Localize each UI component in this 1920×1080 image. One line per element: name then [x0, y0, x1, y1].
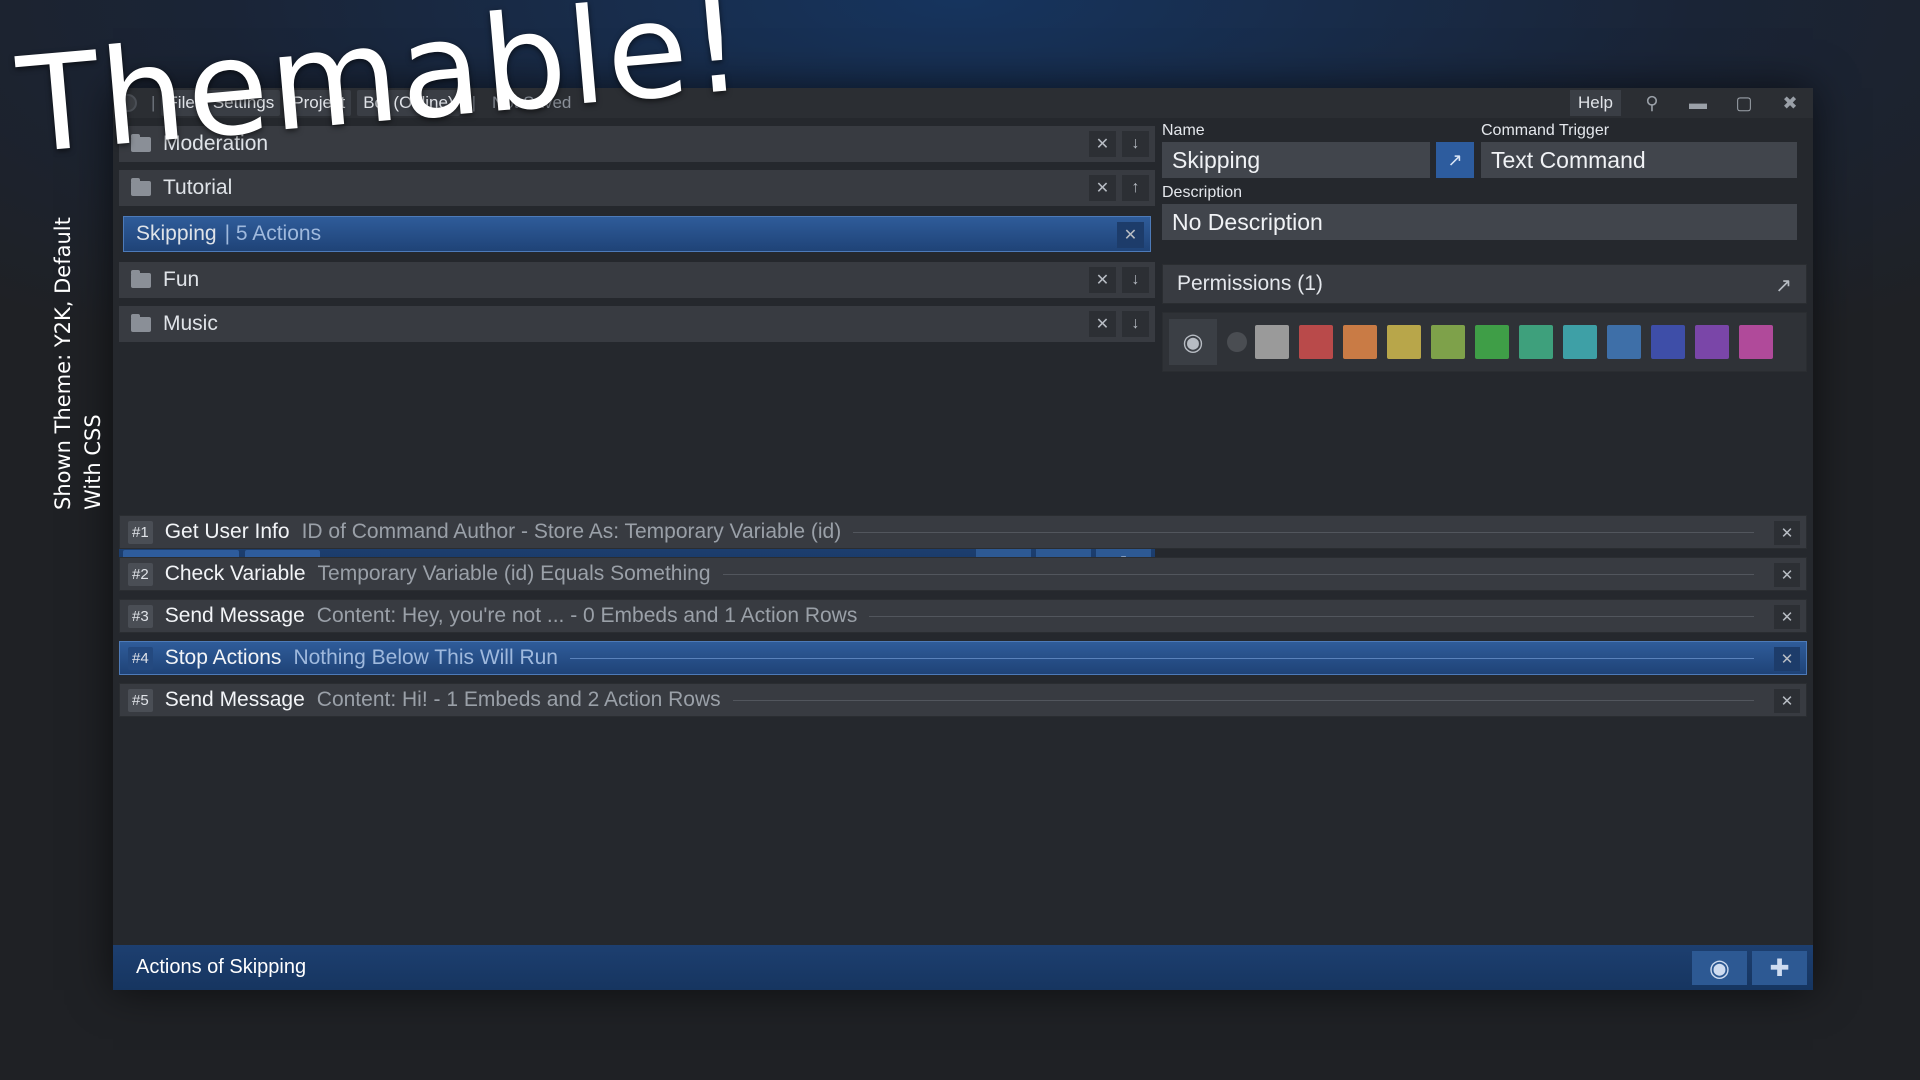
delete-icon[interactable]: ✕ [1089, 131, 1116, 157]
folder-icon [131, 313, 151, 332]
arrow-down-icon[interactable]: ↓ [1122, 311, 1149, 337]
delete-icon[interactable]: ✕ [1089, 175, 1116, 201]
list-item-folder[interactable]: Tutorial ✕ ↑ [119, 170, 1155, 206]
name-field[interactable]: Skipping [1162, 142, 1430, 178]
action-row[interactable]: #5 Send Message Content: Hi! - 1 Embeds … [119, 683, 1807, 717]
folder-icon [131, 177, 151, 196]
folder-icon [131, 269, 151, 288]
actions-footer: Actions of Skipping ◉ ✚ [113, 945, 1813, 990]
list-item-folder[interactable]: Fun ✕ ↓ [119, 262, 1155, 298]
action-description: ID of Command Author - Store As: Tempora… [301, 520, 842, 543]
eye-icon[interactable]: ◉ [1169, 319, 1217, 365]
command-details: Name Skipping ↗ Command Trigger Text Com… [1162, 122, 1807, 442]
swatch-group [1255, 325, 1783, 359]
action-description: Temporary Variable (id) Equals Something [317, 562, 711, 585]
color-swatch[interactable] [1519, 325, 1553, 359]
commands-list: Moderation ✕ ↓ Tutorial ✕ ↑ Skipping | 5… [119, 126, 1155, 494]
color-swatch[interactable] [1475, 325, 1509, 359]
description-field[interactable]: No Description [1162, 204, 1797, 240]
action-row-selected[interactable]: #4 Stop Actions Nothing Below This Will … [119, 641, 1807, 675]
eye-icon[interactable]: ◉ [1692, 951, 1747, 985]
action-number: #3 [128, 604, 153, 628]
command-action-count: | 5 Actions [224, 222, 322, 245]
action-row[interactable]: #1 Get User Info ID of Command Author - … [119, 515, 1807, 549]
delete-icon[interactable]: ✕ [1774, 647, 1800, 671]
trigger-field[interactable]: Text Command [1481, 142, 1797, 178]
delete-icon[interactable]: ✕ [1774, 563, 1800, 587]
trigger-label: Command Trigger [1481, 122, 1610, 139]
titlebar-controls: Help ⚲ ▬ ▢ ✖ [1570, 88, 1813, 118]
color-swatch[interactable] [1299, 325, 1333, 359]
delete-icon[interactable]: ✕ [1774, 521, 1800, 545]
action-name: Stop Actions [164, 646, 282, 669]
action-row[interactable]: #3 Send Message Content: Hey, you're not… [119, 599, 1807, 633]
color-picker: ◉ [1162, 312, 1807, 372]
permissions-label: Permissions (1) [1177, 272, 1323, 295]
color-swatch[interactable] [1651, 325, 1685, 359]
action-number: #2 [128, 562, 153, 586]
delete-icon[interactable]: ✕ [1089, 311, 1116, 337]
action-name: Check Variable [164, 562, 306, 585]
arrow-up-icon[interactable]: ↑ [1122, 175, 1149, 201]
folder-label: Tutorial [163, 176, 233, 199]
action-name: Send Message [164, 604, 305, 627]
help-button[interactable]: Help [1570, 90, 1621, 116]
divider [732, 699, 1754, 701]
divider [853, 531, 1754, 533]
color-swatch[interactable] [1343, 325, 1377, 359]
color-swatch[interactable] [1387, 325, 1421, 359]
plus-icon[interactable]: ✚ [1752, 951, 1807, 985]
folder-label: Fun [163, 268, 200, 291]
delete-icon[interactable]: ✕ [1774, 689, 1800, 713]
actions-toolbar: ◉ ✚ [1687, 951, 1807, 985]
folder-label: Music [163, 312, 218, 335]
delete-icon[interactable]: ✕ [1089, 267, 1116, 293]
delete-icon[interactable]: ✕ [1774, 605, 1800, 629]
list-item-command-selected[interactable]: Skipping | 5 Actions ✕ [123, 216, 1151, 252]
promo-side-caption: Shown Theme: Y2K, Default With CSS [48, 217, 108, 510]
action-number: #5 [128, 688, 153, 712]
arrow-down-icon[interactable]: ↓ [1122, 131, 1149, 157]
actions-list: #1 Get User Info ID of Command Author - … [119, 515, 1807, 895]
promo-side-line-css: With CSS [81, 414, 105, 510]
color-swatch[interactable] [1607, 325, 1641, 359]
app-window: | File Settings Project Bot (Offline) | … [113, 88, 1813, 990]
color-swatch[interactable] [1431, 325, 1465, 359]
delete-icon[interactable]: ✕ [1117, 222, 1144, 248]
color-swatch[interactable] [1563, 325, 1597, 359]
maximize-icon[interactable]: ▢ [1721, 88, 1767, 118]
external-link-icon[interactable]: ↗ [1775, 273, 1792, 298]
command-label: Skipping [136, 222, 217, 245]
action-name: Send Message [164, 688, 305, 711]
close-icon[interactable]: ✖ [1767, 88, 1813, 118]
action-row[interactable]: #2 Check Variable Temporary Variable (id… [119, 557, 1807, 591]
action-description: Nothing Below This Will Run [293, 646, 558, 669]
search-icon[interactable]: ⚲ [1629, 88, 1675, 118]
action-name: Get User Info [164, 520, 290, 543]
color-swatch[interactable] [1255, 325, 1289, 359]
description-label: Description [1162, 184, 1243, 201]
color-none[interactable] [1227, 332, 1247, 352]
promo-side-line-theme: Shown Theme: Y2K, Default [51, 217, 75, 510]
action-description: Content: Hi! - 1 Embeds and 2 Action Row… [316, 688, 721, 711]
color-swatch[interactable] [1739, 325, 1773, 359]
action-number: #1 [128, 520, 153, 544]
arrow-down-icon[interactable]: ↓ [1122, 267, 1149, 293]
minimize-icon[interactable]: ▬ [1675, 88, 1721, 118]
divider [722, 573, 1754, 575]
divider [869, 615, 1754, 617]
actions-footer-label: Actions of Skipping [136, 956, 307, 978]
action-number: #4 [128, 646, 153, 670]
action-description: Content: Hey, you're not ... - 0 Embeds … [316, 604, 858, 627]
list-item-folder[interactable]: Music ✕ ↓ [119, 306, 1155, 342]
permissions-row[interactable]: Permissions (1) ↗ [1162, 264, 1807, 304]
external-link-icon[interactable]: ↗ [1436, 142, 1474, 178]
color-swatch[interactable] [1695, 325, 1729, 359]
divider [570, 657, 1754, 659]
name-label: Name [1162, 122, 1205, 139]
